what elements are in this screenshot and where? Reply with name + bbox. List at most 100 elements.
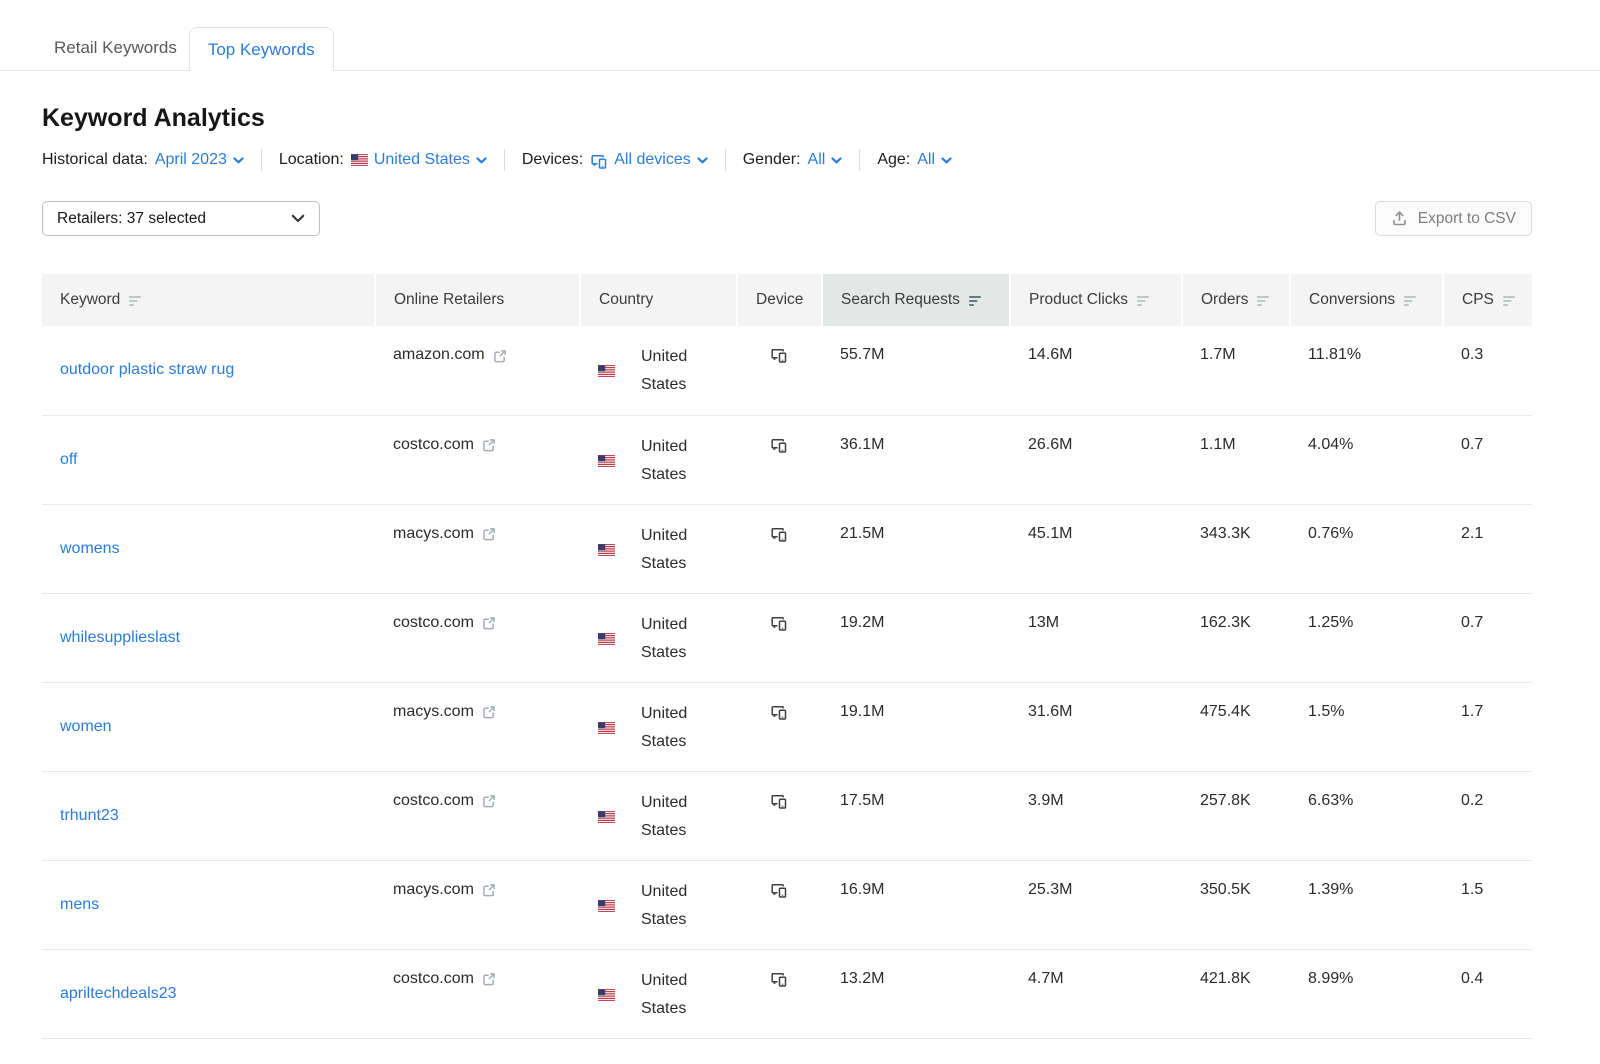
column-header-search-requests[interactable]: Search Requests <box>822 274 1010 326</box>
external-link-icon[interactable] <box>482 883 496 897</box>
keyword-link[interactable]: whilesupplieslast <box>60 629 180 646</box>
device-cell <box>737 771 822 860</box>
conversions-cell: 6.63% <box>1290 771 1443 860</box>
keyword-cell: trhunt23 <box>42 771 375 860</box>
external-link-icon[interactable] <box>482 527 496 541</box>
column-header-keyword[interactable]: Keyword <box>42 274 375 326</box>
sort-descending-icon <box>969 294 982 307</box>
devices-value: All devices <box>614 151 690 169</box>
column-header-device[interactable]: Device <box>737 274 822 326</box>
country-cell: United States <box>580 771 737 860</box>
search-requests-cell: 55.7M <box>822 326 1010 415</box>
retailer-cell: costco.com <box>375 593 580 682</box>
keyword-link[interactable]: trhunt23 <box>60 807 119 824</box>
conversions-cell: 1.39% <box>1290 860 1443 949</box>
keyword-link[interactable]: women <box>60 718 112 735</box>
keyword-link[interactable]: mens <box>60 896 99 913</box>
devices-icon <box>770 525 788 543</box>
tab-top-keywords[interactable]: Top Keywords <box>189 27 334 71</box>
external-link-icon[interactable] <box>482 616 496 630</box>
keyword-cell: women <box>42 682 375 771</box>
retailer-cell: amazon.com <box>375 326 580 415</box>
column-header-orders[interactable]: Orders <box>1182 274 1290 326</box>
page-title: Keyword Analytics <box>42 104 1532 133</box>
table-row: whilesupplieslast costco.com <box>42 593 1532 682</box>
keyword-link[interactable]: womens <box>60 540 120 557</box>
orders-cell: 421.8K <box>1182 949 1290 1038</box>
chevron-down-icon <box>697 157 708 164</box>
filter-gender: Gender: All <box>743 151 843 169</box>
column-header-product-clicks[interactable]: Product Clicks <box>1010 274 1182 326</box>
search-requests-cell: 19.2M <box>822 593 1010 682</box>
filter-separator <box>261 149 262 171</box>
retailer-domain: costco.com <box>393 970 474 988</box>
column-header-country[interactable]: Country <box>580 274 737 326</box>
retailer-domain: macys.com <box>393 703 474 721</box>
column-header-cps[interactable]: CPS <box>1443 274 1532 326</box>
country-cell: United States <box>580 949 737 1038</box>
column-label: Country <box>599 291 653 309</box>
chevron-down-icon <box>831 157 842 164</box>
country-cell: United States <box>580 415 737 504</box>
location-value: United States <box>374 151 470 169</box>
country-name: United States <box>641 878 699 934</box>
cps-cell: 0.2 <box>1443 771 1532 860</box>
external-link-icon[interactable] <box>482 438 496 452</box>
external-link-icon[interactable] <box>482 972 496 986</box>
device-cell <box>737 593 822 682</box>
sort-icon <box>1137 294 1150 307</box>
country-name: United States <box>641 967 699 1023</box>
gender-label: Gender: <box>743 151 801 169</box>
gender-dropdown[interactable]: All <box>808 151 843 169</box>
keyword-link[interactable]: outdoor plastic straw rug <box>60 361 234 378</box>
conversions-cell: 8.99% <box>1290 949 1443 1038</box>
device-cell <box>737 504 822 593</box>
table-row: women macys.com <box>42 682 1532 771</box>
column-header-conversions[interactable]: Conversions <box>1290 274 1443 326</box>
cps-cell: 0.4 <box>1443 949 1532 1038</box>
keyword-link[interactable]: off <box>60 451 78 468</box>
location-label: Location: <box>279 151 344 169</box>
chevron-down-icon <box>233 157 244 164</box>
keyword-link[interactable]: apriltechdeals23 <box>60 985 177 1002</box>
keywords-table: Keyword Online Retailers Country Device <box>42 274 1532 1039</box>
retailers-dropdown[interactable]: Retailers: 37 selected <box>42 201 320 236</box>
country-name: United States <box>641 700 699 756</box>
historical-data-dropdown[interactable]: April 2023 <box>155 151 244 169</box>
column-header-online-retailers[interactable]: Online Retailers <box>375 274 580 326</box>
column-label: CPS <box>1462 291 1494 309</box>
column-label: Orders <box>1201 291 1248 309</box>
external-link-icon[interactable] <box>482 794 496 808</box>
column-label: Product Clicks <box>1029 291 1128 309</box>
country-cell: United States <box>580 326 737 415</box>
tab-retail-keywords[interactable]: Retail Keywords <box>42 26 189 70</box>
conversions-cell: 0.76% <box>1290 504 1443 593</box>
devices-dropdown[interactable]: All devices <box>590 150 707 170</box>
external-link-icon[interactable] <box>493 349 507 363</box>
orders-cell: 350.5K <box>1182 860 1290 949</box>
product-clicks-cell: 3.9M <box>1010 771 1182 860</box>
export-to-csv-button[interactable]: Export to CSV <box>1375 201 1532 236</box>
location-dropdown[interactable]: United States <box>351 151 487 169</box>
search-requests-cell: 17.5M <box>822 771 1010 860</box>
devices-icon <box>770 436 788 454</box>
external-link-icon[interactable] <box>482 705 496 719</box>
sort-icon <box>1257 294 1270 307</box>
orders-cell: 475.4K <box>1182 682 1290 771</box>
filter-location: Location: United States <box>279 151 487 169</box>
retailer-domain: amazon.com <box>393 346 485 364</box>
sort-icon <box>129 294 142 307</box>
us-flag-icon <box>598 455 615 467</box>
search-requests-cell: 36.1M <box>822 415 1010 504</box>
retailers-dropdown-label: Retailers: 37 selected <box>57 210 206 228</box>
us-flag-icon <box>351 154 368 166</box>
cps-cell: 1.5 <box>1443 860 1532 949</box>
product-clicks-cell: 26.6M <box>1010 415 1182 504</box>
device-cell <box>737 326 822 415</box>
retailer-cell: costco.com <box>375 415 580 504</box>
search-requests-cell: 19.1M <box>822 682 1010 771</box>
age-dropdown[interactable]: All <box>917 151 952 169</box>
column-label: Online Retailers <box>394 291 504 309</box>
chevron-down-icon <box>291 214 305 223</box>
devices-icon <box>770 792 788 810</box>
